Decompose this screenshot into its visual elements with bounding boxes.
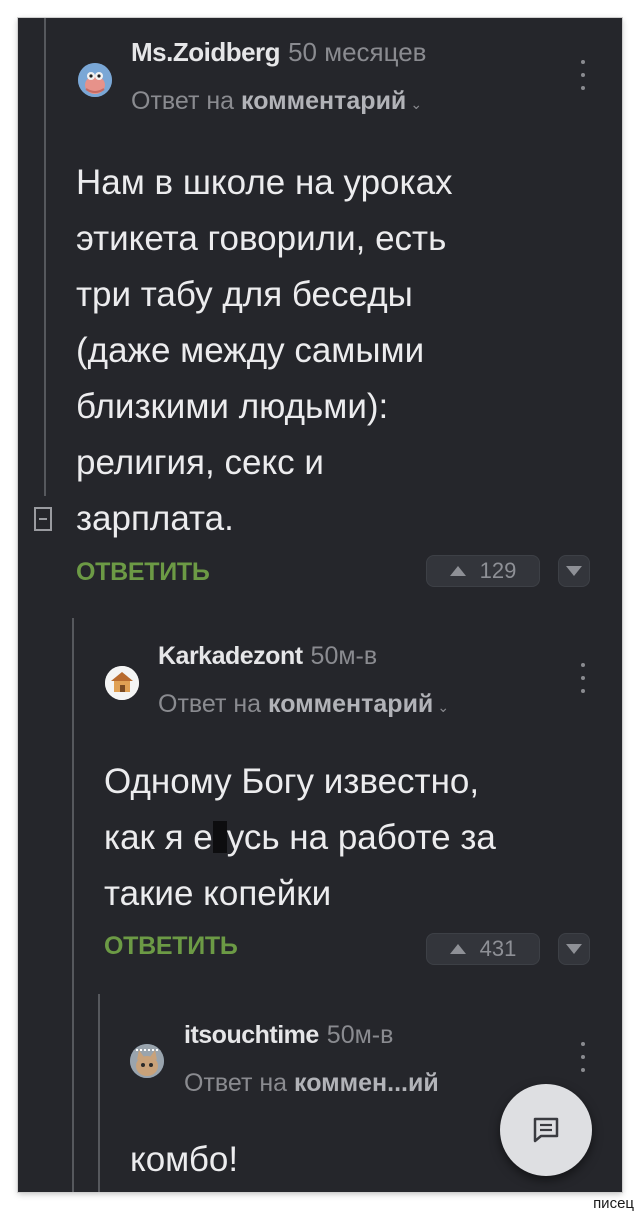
- thread-line-level-2: [98, 994, 100, 1192]
- comment-text-fragment: как я е: [104, 818, 213, 857]
- avatar[interactable]: [105, 666, 139, 700]
- comment-icon: [533, 1117, 559, 1143]
- author-name[interactable]: Ms.Zoidberg 50 месяцев: [131, 37, 427, 68]
- more-options-icon[interactable]: [580, 1042, 586, 1072]
- comments-screen: Ms.Zoidberg 50 месяцев Ответ на комментар…: [18, 18, 622, 1192]
- reply-to-line[interactable]: Ответ на коммен...ий: [184, 1069, 439, 1098]
- watermark-text: писец: [593, 1195, 634, 1212]
- author-label[interactable]: Karkadezont: [158, 642, 303, 670]
- downvote-button[interactable]: [558, 555, 590, 587]
- reply-prefix: Ответ на: [131, 87, 235, 115]
- upvote-button[interactable]: 431: [426, 933, 540, 965]
- chevron-down-icon: ⌄: [437, 699, 450, 715]
- avatar-zoidberg-icon: [78, 63, 112, 97]
- comment-time: 50 месяцев: [288, 37, 427, 67]
- triangle-up-icon: [449, 566, 466, 576]
- minus-icon: [39, 518, 47, 520]
- thread-line-level-1: [72, 618, 74, 1192]
- avatar[interactable]: [130, 1044, 164, 1078]
- censor-block: [212, 821, 227, 853]
- vote-count: 431: [479, 936, 517, 961]
- avatar-house-icon: [105, 666, 139, 700]
- avatar[interactable]: [78, 63, 112, 97]
- downvote-button[interactable]: [558, 933, 590, 965]
- reply-button[interactable]: ОТВЕТИТЬ: [104, 932, 238, 961]
- triangle-up-icon: [449, 944, 466, 954]
- comment-text: Нам в школе на уроках этикета говорили, …: [76, 163, 453, 538]
- upvote-button[interactable]: 129: [426, 555, 540, 587]
- reply-target-link[interactable]: комментарий: [268, 690, 433, 718]
- vote-count: 129: [479, 558, 517, 583]
- reply-button[interactable]: ОТВЕТИТЬ: [76, 558, 210, 587]
- reply-to-line[interactable]: Ответ на комментарий ⌄: [158, 690, 449, 719]
- reply-prefix: Ответ на: [158, 690, 262, 718]
- triangle-down-icon: [566, 566, 582, 576]
- comment-text-line: такие копейки: [104, 874, 332, 913]
- thread-line-root: [44, 18, 46, 496]
- comment-text-line: Одному Богу известно,: [104, 762, 480, 801]
- reply-target-link[interactable]: комментарий: [241, 87, 406, 115]
- comment-text-fragment: усь на работе за: [226, 818, 496, 857]
- reply-prefix: Ответ на: [184, 1069, 288, 1097]
- comment-time: 50м-в: [310, 642, 378, 670]
- author-label[interactable]: itsouchtime: [184, 1021, 319, 1049]
- author-label[interactable]: Ms.Zoidberg: [131, 37, 281, 67]
- comment-text-line: как я е усь на работе за: [104, 810, 496, 866]
- comment-fab-button[interactable]: [500, 1084, 592, 1176]
- comment-text: комбо!: [130, 1140, 239, 1179]
- comment-time: 50м-в: [326, 1021, 394, 1049]
- author-name[interactable]: itsouchtime 50м-в: [184, 1021, 393, 1050]
- comment-text: Одному Богу известно, как я е усь на рабо…: [104, 754, 496, 922]
- avatar-cat-icon: [130, 1044, 164, 1078]
- triangle-down-icon: [566, 944, 582, 954]
- more-options-icon[interactable]: [580, 60, 586, 90]
- reply-to-line[interactable]: Ответ на комментарий ⌄: [131, 87, 422, 116]
- more-options-icon[interactable]: [580, 663, 586, 693]
- author-name[interactable]: Karkadezont 50м-в: [158, 642, 377, 671]
- chevron-down-icon: ⌄: [410, 96, 423, 112]
- collapse-thread-button[interactable]: [34, 507, 52, 531]
- reply-target-link[interactable]: коммен...ий: [294, 1069, 439, 1097]
